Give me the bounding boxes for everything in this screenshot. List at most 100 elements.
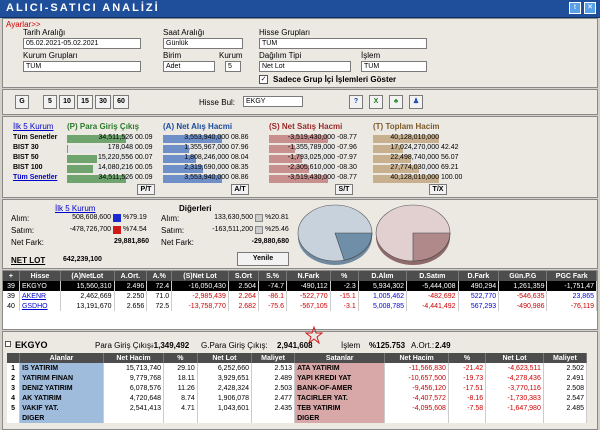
d-satim-label: Satım: bbox=[161, 226, 185, 235]
grid-header-cell[interactable]: Gün.P.G bbox=[498, 271, 548, 281]
hisse-bul-input[interactable]: EKGY bbox=[243, 96, 303, 107]
grid-header-cell[interactable]: PGC Fark bbox=[546, 271, 597, 281]
sell-header-cell[interactable]: Maliyet bbox=[543, 353, 588, 363]
period-60-button[interactable]: 60 bbox=[113, 95, 129, 109]
tx-button[interactable]: T/X bbox=[429, 184, 447, 195]
summary-pct-t: 56.07 bbox=[441, 154, 459, 161]
broker-cell-sm bbox=[543, 413, 588, 423]
satim-pie-chart bbox=[375, 204, 451, 265]
grid-header-cell[interactable]: % bbox=[330, 271, 359, 281]
table-row[interactable]: 4 AK YATIRIM 4,720,648 8.74 1,906,078 2.477 TA… bbox=[7, 393, 588, 403]
grid-cell-gun: 1,261,359 bbox=[498, 281, 548, 291]
summary-row-name: Tüm Senetler bbox=[13, 134, 58, 141]
summary-value-t: 17,024,270,000 bbox=[390, 144, 439, 151]
grid-cell-pgc: 23,865 bbox=[546, 291, 597, 301]
g-button[interactable]: G bbox=[15, 95, 29, 109]
pt-button[interactable]: P/T bbox=[137, 184, 155, 195]
buy-header-cell[interactable]: Net Lot bbox=[197, 353, 253, 363]
d-satim-pct: %25.46 bbox=[265, 226, 289, 233]
kurum-field[interactable]: 5 bbox=[225, 61, 241, 72]
broker-cell-bp: 18.11 bbox=[163, 373, 198, 383]
grid-cell-dsatim: -5,444,008 bbox=[406, 281, 459, 291]
grid-header-cell[interactable]: + bbox=[3, 271, 20, 281]
broker-cell-s: DIGER bbox=[294, 413, 386, 423]
saat-field[interactable]: Günlük bbox=[163, 38, 243, 49]
summary-row-name[interactable]: Tüm Senetler bbox=[13, 174, 57, 181]
help-icon[interactable]: ? bbox=[349, 95, 363, 109]
grid-header-cell[interactable]: D.Fark bbox=[458, 271, 500, 281]
table-row[interactable]: 2 YATIRIM FINAN 9,779,768 18.11 3,929,651 2.4… bbox=[7, 373, 588, 383]
ilk5-mid-link[interactable]: İlk 5 Kurum bbox=[55, 204, 95, 213]
yenile-button[interactable]: Yenile bbox=[237, 252, 289, 266]
buy-header-cell[interactable]: % bbox=[163, 353, 198, 363]
dagilim-field[interactable]: Net Lot bbox=[259, 61, 351, 72]
refresh-icon[interactable]: ♣ bbox=[389, 95, 403, 109]
expand-icon[interactable] bbox=[5, 341, 11, 347]
period-5-button[interactable]: 5 bbox=[43, 95, 57, 109]
broker-cell-bp: 11.26 bbox=[163, 383, 198, 393]
grid-header-cell[interactable]: (S)Net Lot bbox=[171, 271, 229, 281]
table-row[interactable]: 39 AKENR 2,462,669 2.250 71.0 -2,985,439 2.264… bbox=[3, 291, 597, 301]
grid-cell-sort: 2.682 bbox=[228, 301, 259, 311]
birim-field[interactable]: Adet bbox=[163, 61, 215, 72]
summary-row-name: BIST 100 bbox=[13, 164, 43, 171]
table-row[interactable]: 1 IS YATIRIM 15,713,740 29.10 6,252,660 2.513… bbox=[7, 363, 588, 373]
table-row[interactable]: DIGER DIGER bbox=[7, 413, 588, 423]
sell-header-cell[interactable]: Net Hacim bbox=[384, 353, 449, 363]
twitter-icon[interactable]: t bbox=[569, 2, 581, 14]
users-icon[interactable]: ♟ bbox=[409, 95, 423, 109]
broker-cell-bm: 2.503 bbox=[251, 383, 296, 393]
grid-header-cell[interactable]: (A)NetLot bbox=[60, 271, 115, 281]
grid-cell-aort: 2.250 bbox=[114, 291, 148, 301]
broker-cell-bh: 4,720,648 bbox=[103, 393, 165, 403]
table-row[interactable]: 40 GSDHO 13,191,670 2.656 72.5 -13,758,770 2.6… bbox=[3, 301, 597, 311]
grid-header-cell[interactable]: D.Satım bbox=[406, 271, 459, 281]
grid-cell-netlot: 2,462,669 bbox=[60, 291, 115, 301]
sell-header-cell[interactable]: % bbox=[448, 353, 487, 363]
grup-ici-checkbox[interactable]: ✓ bbox=[259, 75, 268, 84]
sell-header-cell[interactable]: Satanlar bbox=[294, 353, 386, 363]
broker-cell-s: BANK-OF-AMER bbox=[294, 383, 386, 393]
period-30-button[interactable]: 30 bbox=[95, 95, 111, 109]
grid-cell-ap: 71.0 bbox=[146, 291, 173, 301]
buy-header-cell[interactable]: Net Hacim bbox=[103, 353, 165, 363]
summary-pct-p: 00.09 bbox=[135, 134, 153, 141]
hisse-grup-field[interactable]: TÜM bbox=[259, 38, 427, 49]
grid-header-cell[interactable]: Hisse bbox=[19, 271, 61, 281]
grid-header-cell[interactable]: S.% bbox=[258, 271, 288, 281]
grid-cell-no: 39 bbox=[3, 281, 20, 291]
grid-header-cell[interactable]: S.Ort bbox=[228, 271, 259, 281]
detail-symbol: EKGYO bbox=[15, 340, 48, 350]
broker-cell-sl: -1,730,383 bbox=[485, 393, 544, 403]
ilk5-link[interactable]: İlk 5 Kurum bbox=[13, 122, 53, 131]
broker-cell-b: VAKIF YAT. bbox=[19, 403, 104, 413]
grid-header-cell[interactable]: N.Fark bbox=[286, 271, 331, 281]
table-row[interactable]: 39 EKGYO 15,560,310 2.496 72.4 -16,050,430 2.5… bbox=[3, 281, 597, 291]
period-10-button[interactable]: 10 bbox=[59, 95, 75, 109]
islem-field[interactable]: TÜM bbox=[361, 61, 427, 72]
summary-pct-p: 00.09 bbox=[135, 144, 153, 151]
broker-cell-bl: 1,043,601 bbox=[197, 403, 253, 413]
broker-cell-sl bbox=[485, 413, 544, 423]
satim-label: Satım: bbox=[11, 226, 35, 235]
grid-header-cell[interactable]: A.Ort. bbox=[114, 271, 148, 281]
st-button[interactable]: S/T bbox=[335, 184, 353, 195]
summary-value-p: 15,220,556 bbox=[97, 154, 133, 161]
grid-header-cell[interactable]: A.% bbox=[146, 271, 173, 281]
tarih-field[interactable]: 05.02.2021-05.02.2021 bbox=[23, 38, 141, 49]
broker-cell-bl: 6,252,660 bbox=[197, 363, 253, 373]
close-icon[interactable]: ✕ bbox=[584, 2, 596, 14]
buy-header-cell[interactable]: Maliyet bbox=[251, 353, 296, 363]
period-15-button[interactable]: 15 bbox=[77, 95, 93, 109]
broker-cell-sh: -9,456,120 bbox=[384, 383, 449, 393]
grid-cell-pgc: -1,751,47 bbox=[546, 281, 597, 291]
buy-header-cell[interactable]: Alanlar bbox=[19, 353, 104, 363]
excel-icon[interactable]: X bbox=[369, 95, 383, 109]
grid-header-cell[interactable]: D.Alım bbox=[358, 271, 408, 281]
kurum-grup-field[interactable]: TÜM bbox=[23, 61, 141, 72]
islem-detail-label: İşlem bbox=[341, 341, 361, 350]
table-row[interactable]: 3 DENIZ YATIRIM 6,078,576 11.26 2,428,324 2.5… bbox=[7, 383, 588, 393]
sell-header-cell[interactable]: Net Lot bbox=[485, 353, 544, 363]
at-button[interactable]: A/T bbox=[231, 184, 249, 195]
table-row[interactable]: 5 VAKIF YAT. 2,541,413 4.71 1,043,601 2.435 TE… bbox=[7, 403, 588, 413]
